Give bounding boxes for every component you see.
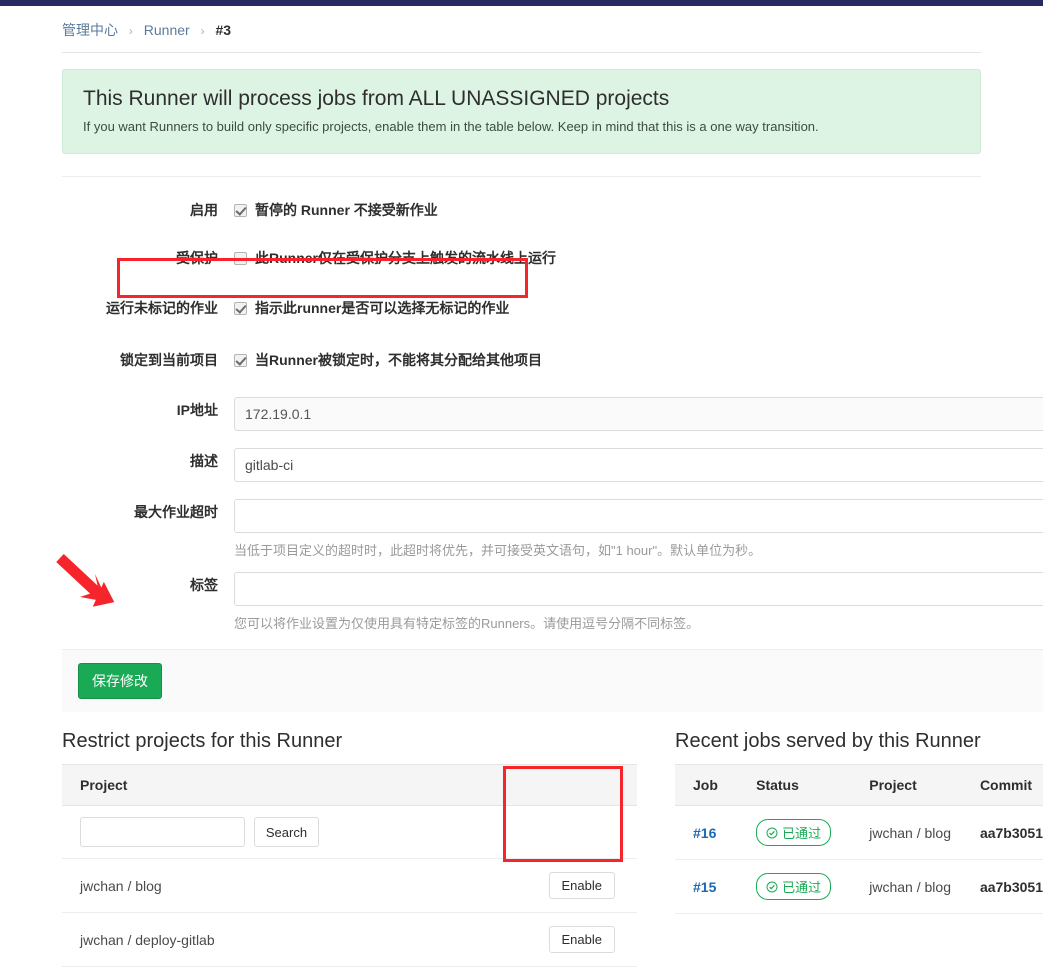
status-text: 已通过 <box>782 826 822 841</box>
project-name: jwchan / deploy-gitlab <box>62 912 401 967</box>
label-run-untagged: 运行未标记的作业 <box>106 300 218 316</box>
runner-scope-alert: This Runner will process jobs from ALL U… <box>62 69 981 154</box>
table-row: jwchan / deploy-gitlab Enable <box>62 912 637 967</box>
breadcrumb-item-runner[interactable]: Runner <box>144 22 190 38</box>
job-project: jwchan / blog <box>851 805 962 860</box>
breadcrumb-divider <box>62 52 981 53</box>
help-max-timeout: 当低于项目定义的超时时，此超时将优先，并可接受英文语句，如"1 hour"。默认… <box>234 543 762 558</box>
breadcrumb-separator-2: › <box>200 24 205 38</box>
search-row: Search <box>62 805 637 859</box>
checkbox-run-untagged[interactable] <box>234 301 247 315</box>
status-badge: 已通过 <box>756 819 832 846</box>
field-row-active: 启用 暂停的 Runner 不接受新作业 <box>62 177 981 227</box>
label-description: 描述 <box>190 453 218 469</box>
status-cell: 已通过 <box>738 805 852 860</box>
table-row: #15 已通过 jwchan / blog aa7b3051 <box>675 859 1043 914</box>
project-search-input[interactable] <box>80 817 245 847</box>
field-row-locked: 锁定到当前项目 当Runner被锁定时，不能将其分配给其他项目 <box>62 325 981 377</box>
recent-jobs-title: Recent jobs served by this Runner <box>675 730 981 752</box>
project-name: jwchan / blog <box>62 858 401 913</box>
checkbox-active[interactable] <box>234 203 247 217</box>
ip-address-input <box>234 397 1043 431</box>
restrict-projects-table: Project Search jwchan / blog Enable jwch… <box>62 764 637 967</box>
form-actions-bar: 保存修改 <box>62 649 1043 712</box>
enable-project-button[interactable]: Enable <box>548 872 615 899</box>
breadcrumb: 管理中心 › Runner › #3 <box>0 6 1043 52</box>
status-cell: 已通过 <box>738 859 852 914</box>
job-cell: #15 <box>675 859 739 914</box>
column-header-job: Job <box>675 764 739 806</box>
label-locked: 锁定到当前项目 <box>120 352 218 368</box>
job-commit: aa7b3051 <box>961 859 1043 914</box>
column-header-project: Project <box>851 764 962 806</box>
save-changes-button[interactable]: 保存修改 <box>78 663 162 699</box>
jobs-header-row: Job Status Project Commit <box>675 764 1043 806</box>
table-row: jwchan / blog Enable <box>62 858 637 913</box>
runner-settings-form: 启用 暂停的 Runner 不接受新作业 受保护 此Runner仅在受保护分支上… <box>62 176 1043 712</box>
label-tags: 标签 <box>190 577 218 593</box>
column-header-commit: Commit <box>961 764 1043 806</box>
project-action-cell: Enable <box>400 912 637 967</box>
help-tags: 您可以将作业设置为仅使用具有特定标签的Runners。请使用逗号分隔不同标签。 <box>234 616 700 631</box>
job-link[interactable]: #15 <box>693 879 716 895</box>
search-cell: Search <box>62 805 637 859</box>
job-commit: aa7b3051 <box>961 805 1043 860</box>
table-row: #16 已通过 jwchan / blog aa7b3051 <box>675 805 1043 860</box>
description-input[interactable] <box>234 448 1043 482</box>
column-header-project: Project <box>62 764 637 806</box>
restrict-projects-panel: Restrict projects for this Runner Projec… <box>62 730 637 967</box>
checkbox-label-protected: 此Runner仅在受保护分支上触发的流水线上运行 <box>255 250 556 266</box>
project-action-cell: Enable <box>400 858 637 913</box>
recent-jobs-table: Job Status Project Commit #16 已通过 jwchan… <box>675 764 1043 914</box>
checkbox-locked[interactable] <box>234 353 247 367</box>
label-protected: 受保护 <box>176 250 218 266</box>
checkbox-protected[interactable] <box>234 251 247 265</box>
field-row-description: 描述 <box>62 438 1043 489</box>
job-link[interactable]: #16 <box>693 825 716 841</box>
job-cell: #16 <box>675 805 739 860</box>
job-project: jwchan / blog <box>851 859 962 914</box>
field-row-tags: 标签 您可以将作业设置为仅使用具有特定标签的Runners。请使用逗号分隔不同标… <box>62 566 1043 639</box>
alert-title: This Runner will process jobs from ALL U… <box>83 87 670 110</box>
field-row-protected: 受保护 此Runner仅在受保护分支上触发的流水线上运行 <box>62 227 981 275</box>
field-row-max-timeout: 最大作业超时 当低于项目定义的超时时，此超时将优先，并可接受英文语句，如"1 h… <box>62 489 1043 566</box>
project-search-button[interactable]: Search <box>253 817 320 847</box>
breadcrumb-separator-1: › <box>128 24 133 38</box>
max-timeout-input[interactable] <box>234 499 1043 533</box>
breadcrumb-item-admin[interactable]: 管理中心 <box>62 22 118 38</box>
column-header-status: Status <box>738 764 852 806</box>
restrict-projects-title: Restrict projects for this Runner <box>62 730 343 752</box>
field-row-run-untagged: 运行未标记的作业 指示此runner是否可以选择无标记的作业 <box>62 275 981 325</box>
checkbox-label-locked: 当Runner被锁定时，不能将其分配给其他项目 <box>255 352 542 368</box>
bottom-panels: Restrict projects for this Runner Projec… <box>62 730 1043 967</box>
checkbox-label-run-untagged: 指示此runner是否可以选择无标记的作业 <box>255 300 510 316</box>
status-text: 已通过 <box>782 880 822 895</box>
status-badge: 已通过 <box>756 873 832 900</box>
check-circle-icon <box>766 827 778 838</box>
alert-description: If you want Runners to build only specif… <box>83 119 819 134</box>
recent-jobs-panel: Recent jobs served by this Runner Job St… <box>675 730 1043 967</box>
check-circle-icon <box>766 881 778 892</box>
table-header-row: Project <box>62 764 637 806</box>
label-max-timeout: 最大作业超时 <box>134 504 218 520</box>
label-ip-address: IP地址 <box>176 402 218 418</box>
field-row-ip-address: IP地址 <box>62 377 1043 438</box>
label-active: 启用 <box>190 202 218 218</box>
breadcrumb-item-current: #3 <box>215 22 232 38</box>
enable-project-button[interactable]: Enable <box>548 926 615 953</box>
checkbox-label-active: 暂停的 Runner 不接受新作业 <box>255 202 438 218</box>
tags-input[interactable] <box>234 572 1043 606</box>
